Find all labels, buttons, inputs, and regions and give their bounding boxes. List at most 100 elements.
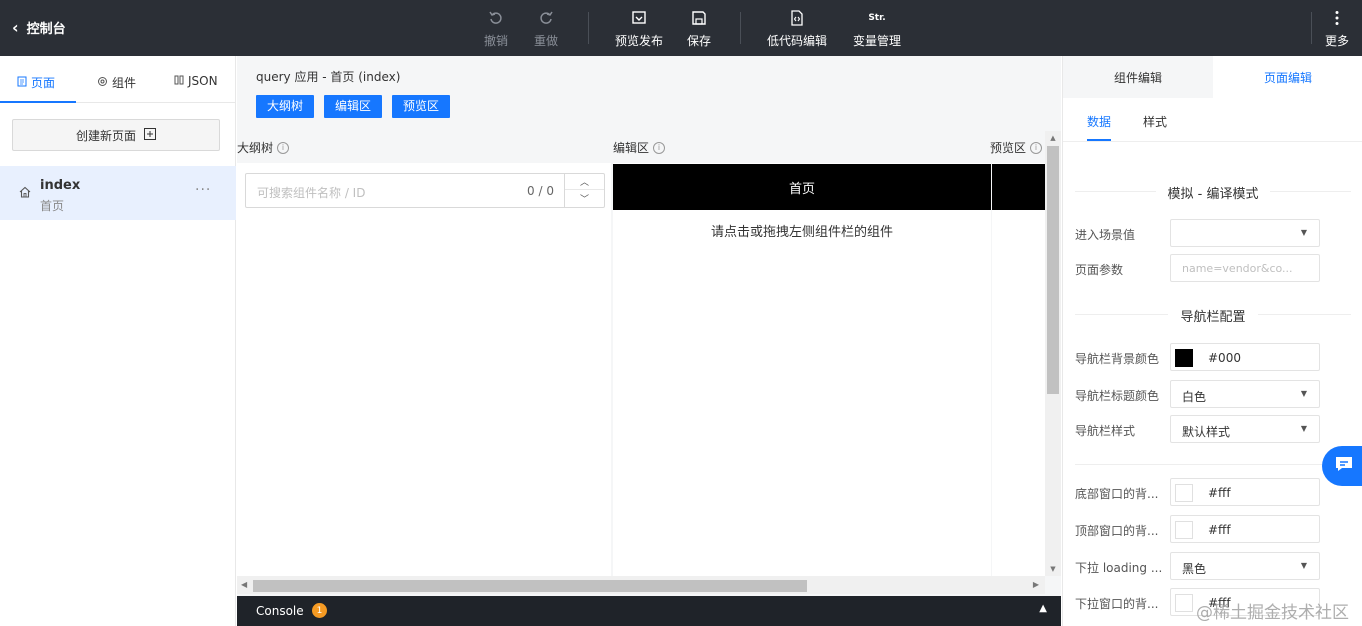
bottom-bg-label: 底部窗口的背... bbox=[1075, 487, 1159, 501]
toolbar-divider bbox=[740, 12, 741, 44]
search-placeholder: 可搜索组件名称 / ID bbox=[257, 186, 366, 200]
save-button[interactable]: 保存 bbox=[669, 8, 729, 49]
pull-bg-label: 下拉窗口的背... bbox=[1075, 597, 1159, 611]
page-name: index bbox=[40, 178, 81, 193]
scrollbar-thumb[interactable] bbox=[1047, 146, 1059, 394]
console-label: Console bbox=[256, 604, 304, 618]
right-tabs: 组件编辑 页面编辑 bbox=[1063, 56, 1362, 98]
outline-label-text: 大纲树 bbox=[237, 141, 274, 155]
compile-mode-section-title: 模拟 - 编译模式 bbox=[1075, 180, 1351, 204]
save-label: 保存 bbox=[686, 34, 711, 48]
toggle-editor-button[interactable]: 编辑区 bbox=[324, 95, 383, 118]
more-horizontal-icon[interactable]: ··· bbox=[195, 182, 211, 198]
page-list-item[interactable]: index 首页 ··· bbox=[0, 166, 236, 220]
redo-icon bbox=[516, 8, 576, 28]
editor-nav-bar: 首页 bbox=[613, 164, 991, 210]
loading-style-field: 下拉 loading ... 黑色 ▼ bbox=[1075, 552, 1351, 580]
top-bg-color-picker[interactable]: #fff bbox=[1170, 515, 1320, 543]
toggle-outline-button[interactable]: 大纲树 bbox=[256, 95, 315, 118]
page-params-input[interactable]: name=vendor&co... bbox=[1170, 254, 1320, 282]
feedback-chat-button[interactable] bbox=[1322, 446, 1362, 486]
tab-page-edit[interactable]: 页面编辑 bbox=[1213, 56, 1362, 98]
tab-pages-label: 页面 bbox=[31, 76, 56, 90]
chevron-down-icon[interactable]: ﹀ bbox=[565, 190, 604, 206]
editor-column-label: 编辑区 i bbox=[613, 139, 666, 156]
lowcode-edit-button[interactable]: 低代码编辑 bbox=[761, 8, 833, 49]
info-icon[interactable]: i bbox=[1030, 141, 1043, 154]
back-to-console-button[interactable]: ‹ 控制台 bbox=[12, 18, 66, 37]
undo-label: 撤销 bbox=[483, 34, 508, 48]
nav-style-select[interactable]: 默认样式 ▼ bbox=[1170, 415, 1320, 443]
navbar-section-title: 导航栏配置 bbox=[1075, 303, 1351, 327]
more-vertical-icon bbox=[1312, 8, 1362, 28]
add-square-icon bbox=[144, 127, 156, 143]
color-swatch[interactable] bbox=[1175, 484, 1193, 502]
scene-select[interactable]: ▼ bbox=[1170, 219, 1320, 247]
horizontal-scrollbar[interactable]: ◀ ▶ bbox=[237, 576, 1045, 594]
component-search-input[interactable]: 可搜索组件名称 / ID 0 / 0 ︿ ﹀ bbox=[245, 173, 605, 208]
toggle-preview-button[interactable]: 预览区 bbox=[392, 95, 451, 118]
lowcode-edit-label: 低代码编辑 bbox=[766, 34, 827, 48]
redo-label: 重做 bbox=[533, 34, 558, 48]
more-button[interactable]: 更多 bbox=[1312, 8, 1362, 49]
nav-style-label: 导航栏样式 bbox=[1075, 424, 1136, 438]
variable-manage-button[interactable]: Str. 变量管理 bbox=[847, 8, 907, 49]
caret-down-icon: ▼ bbox=[1300, 228, 1307, 237]
scroll-right-arrow[interactable]: ▶ bbox=[1033, 580, 1039, 589]
vertical-scrollbar[interactable]: ▲ ▼ bbox=[1045, 131, 1061, 576]
left-tabs: 页面 组件 JSON bbox=[0, 56, 235, 103]
chevron-up-icon[interactable]: ▲ bbox=[1039, 603, 1047, 614]
chevron-up-icon[interactable]: ︿ bbox=[565, 174, 604, 190]
page-params-placeholder: name=vendor&co... bbox=[1182, 262, 1293, 275]
chevron-left-icon: ‹ bbox=[12, 17, 19, 37]
tab-components[interactable]: 组件 bbox=[97, 74, 136, 91]
scroll-up-arrow[interactable]: ▲ bbox=[1045, 134, 1061, 142]
info-icon[interactable]: i bbox=[653, 141, 666, 154]
redo-button[interactable]: 重做 bbox=[516, 8, 576, 49]
navbar-heading: 导航栏配置 bbox=[1168, 310, 1258, 325]
right-subtabs: 数据 样式 bbox=[1063, 98, 1362, 142]
lowcode-icon bbox=[761, 8, 833, 28]
subtab-data[interactable]: 数据 bbox=[1087, 113, 1111, 130]
tab-pages[interactable]: 页面 bbox=[17, 74, 55, 91]
editor-canvas[interactable]: 首页 请点击或拖拽左侧组件栏的组件 bbox=[613, 163, 991, 576]
tab-components-label: 组件 bbox=[112, 76, 137, 90]
bottom-bg-field: 底部窗口的背... #fff bbox=[1075, 478, 1351, 506]
tab-json-label: JSON bbox=[188, 74, 218, 88]
scrollbar-thumb[interactable] bbox=[253, 580, 807, 592]
breadcrumb: query 应用 - 首页 (index) bbox=[256, 70, 401, 84]
color-swatch[interactable] bbox=[1175, 349, 1193, 367]
scroll-left-arrow[interactable]: ◀ bbox=[241, 580, 247, 589]
editor-empty-hint: 请点击或拖拽左侧组件栏的组件 bbox=[710, 225, 893, 240]
tab-json[interactable]: JSON bbox=[174, 74, 218, 88]
subtab-style[interactable]: 样式 bbox=[1143, 113, 1167, 130]
scroll-down-arrow[interactable]: ▼ bbox=[1045, 565, 1061, 573]
preview-canvas bbox=[992, 163, 1046, 576]
search-nav: ︿ ﹀ bbox=[564, 174, 604, 207]
loading-style-select[interactable]: 黑色 ▼ bbox=[1170, 552, 1320, 580]
loading-style-value: 黑色 bbox=[1182, 562, 1207, 576]
publish-preview-button[interactable]: 预览发布 bbox=[609, 8, 669, 49]
nav-title-color-select[interactable]: 白色 ▼ bbox=[1170, 380, 1320, 408]
tab-component-edit[interactable]: 组件编辑 bbox=[1063, 56, 1213, 98]
active-tab-indicator bbox=[0, 101, 76, 103]
top-bg-label: 顶部窗口的背... bbox=[1075, 524, 1159, 538]
bottom-bg-color-picker[interactable]: #fff bbox=[1170, 478, 1320, 506]
caret-down-icon: ▼ bbox=[1300, 561, 1307, 570]
caret-down-icon: ▼ bbox=[1300, 389, 1307, 398]
page-params-field: 页面参数 name=vendor&co... bbox=[1075, 254, 1351, 282]
active-subtab-indicator bbox=[1087, 139, 1111, 141]
canvas-area: query 应用 - 首页 (index) 大纲树 编辑区 预览区 大纲树 i … bbox=[237, 56, 1061, 596]
console-bar[interactable]: Console 1 ▲ bbox=[237, 596, 1061, 626]
component-icon bbox=[97, 76, 108, 90]
left-panel: 页面 组件 JSON 创建新页面 index 首页 ··· bbox=[0, 56, 236, 626]
scene-field: 进入场景值 ▼ bbox=[1075, 219, 1351, 247]
more-label: 更多 bbox=[1324, 34, 1349, 48]
create-page-label: 创建新页面 bbox=[75, 128, 136, 143]
nav-bg-color-picker[interactable]: #000 bbox=[1170, 343, 1320, 371]
create-page-button[interactable]: 创建新页面 bbox=[12, 119, 220, 151]
variable-manage-label: 变量管理 bbox=[852, 34, 901, 48]
color-swatch[interactable] bbox=[1175, 521, 1193, 539]
color-swatch[interactable] bbox=[1175, 594, 1193, 612]
info-icon[interactable]: i bbox=[277, 141, 290, 154]
